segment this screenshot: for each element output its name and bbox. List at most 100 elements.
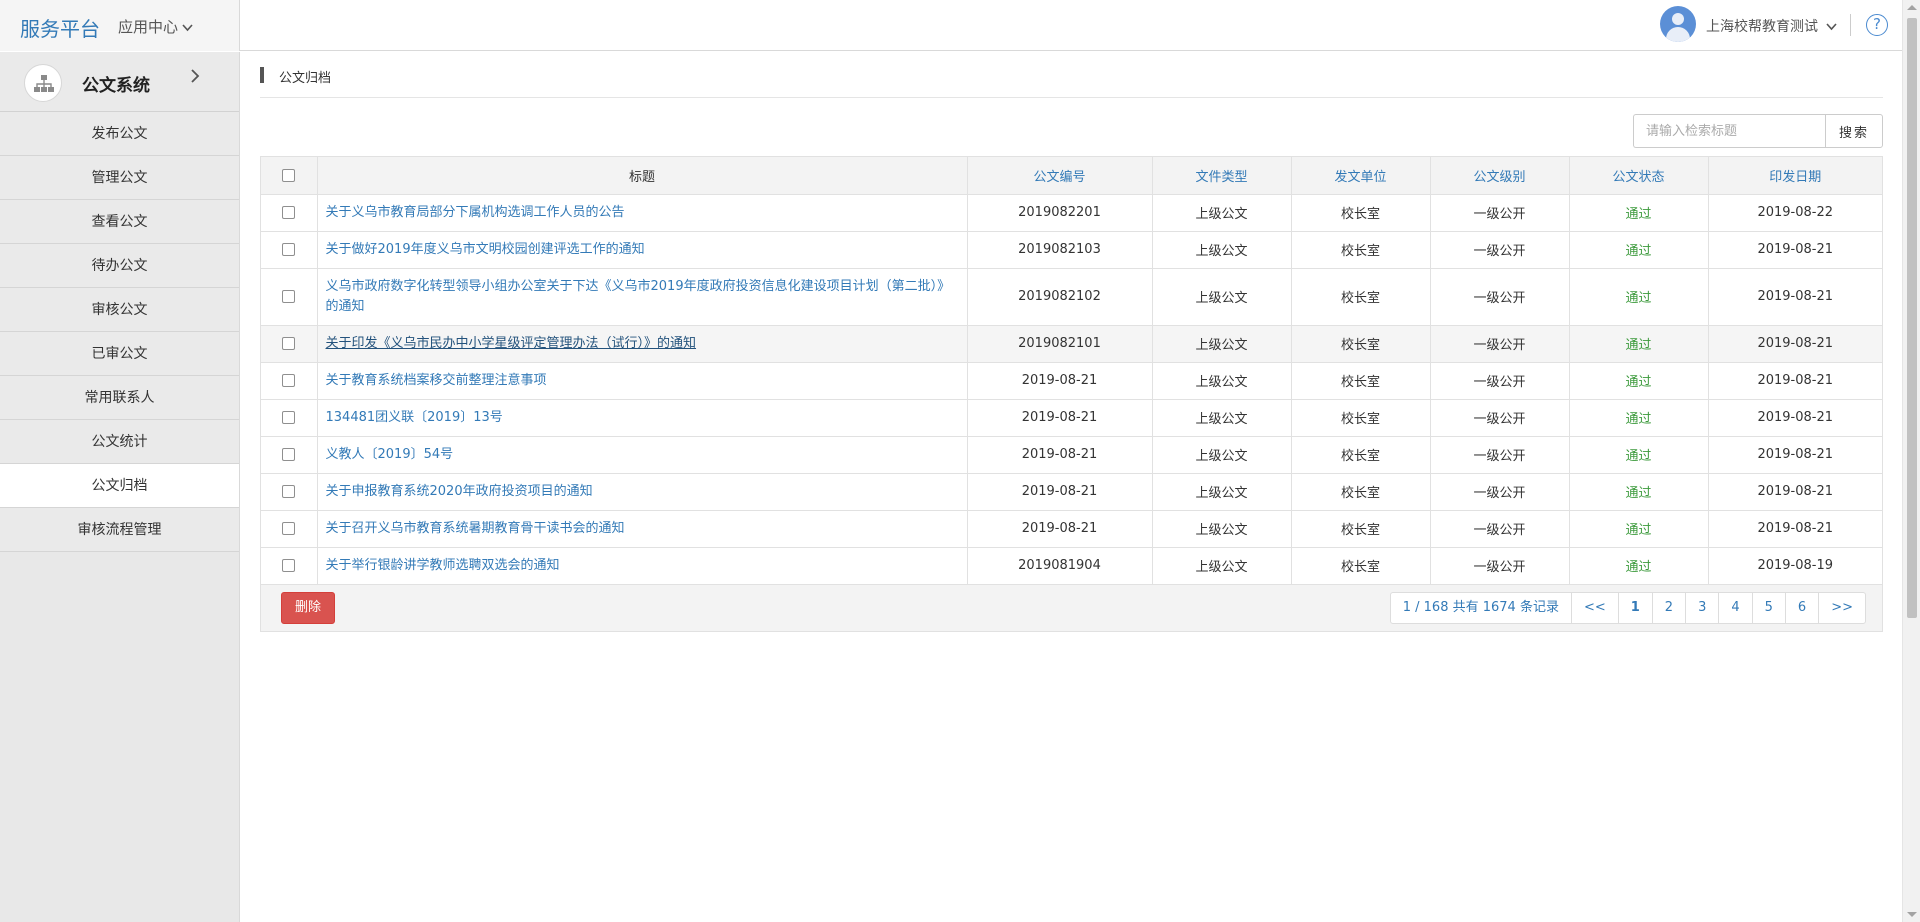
row-date: 2019-08-21 — [1708, 436, 1882, 474]
row-date: 2019-08-21 — [1708, 399, 1882, 437]
sidebar-item-review[interactable]: 审核公文 — [0, 288, 239, 332]
row-checkbox[interactable] — [282, 559, 296, 572]
select-all-cell — [261, 157, 318, 195]
row-doc-no: 2019082103 — [967, 231, 1153, 269]
delete-button[interactable]: 删除 — [281, 591, 335, 624]
user-menu[interactable]: 上海校帮教育测试 — [1706, 16, 1838, 36]
row-select-cell — [261, 436, 318, 474]
row-issuer: 校长室 — [1291, 325, 1431, 363]
pagination-page-1[interactable]: 1 — [1617, 591, 1653, 624]
sidebar-item-todo[interactable]: 待办公文 — [0, 244, 239, 288]
row-title-link[interactable]: 关于义乌市教育局部分下属机构选调工作人员的公告 — [326, 205, 625, 220]
row-checkbox[interactable] — [282, 485, 296, 498]
row-issuer: 校长室 — [1291, 231, 1431, 269]
row-doc-no: 2019082102 — [967, 268, 1153, 326]
row-file-type: 上级公文 — [1152, 547, 1292, 585]
sidebar-item-workflow[interactable]: 审核流程管理 — [0, 508, 239, 552]
row-status: 通过 — [1569, 268, 1709, 326]
row-level: 一级公开 — [1430, 399, 1570, 437]
row-checkbox[interactable] — [282, 522, 296, 535]
pagination-page-4[interactable]: 4 — [1718, 591, 1753, 624]
row-doc-no: 2019-08-21 — [967, 399, 1153, 437]
row-title-link[interactable]: 关于做好2019年度义乌市文明校园创建评选工作的通知 — [326, 242, 645, 257]
select-all-checkbox[interactable] — [282, 168, 296, 182]
search-button[interactable]: 搜索 — [1825, 114, 1883, 148]
sidebar-item-view[interactable]: 查看公文 — [0, 200, 239, 244]
pagination-page-2[interactable]: 2 — [1651, 591, 1687, 624]
row-select-cell — [261, 362, 318, 400]
pagination-page-3[interactable]: 3 — [1685, 591, 1720, 624]
row-title-link[interactable]: 义乌市政府数字化转型领导小组办公室关于下达《义乌市2019年度政府投资信息化建设… — [326, 279, 951, 314]
row-select-cell — [261, 510, 318, 548]
row-issuer: 校长室 — [1291, 362, 1431, 400]
user-avatar[interactable] — [1660, 6, 1696, 42]
row-title-link[interactable]: 关于教育系统档案移交前整理注意事项 — [326, 373, 547, 388]
pagination-last[interactable]: >> — [1818, 591, 1866, 624]
page-title: 公文归档 — [279, 71, 332, 86]
brand-title[interactable]: 服务平台 — [20, 13, 100, 42]
row-date: 2019-08-22 — [1708, 194, 1882, 232]
table-row: 134481团义联〔2019〕13号 2019-08-21 上级公文 校长室 一… — [261, 399, 1882, 437]
row-file-type: 上级公文 — [1152, 325, 1292, 363]
row-issuer: 校长室 — [1291, 194, 1431, 232]
row-select-cell — [261, 268, 318, 326]
row-file-type: 上级公文 — [1152, 436, 1292, 474]
row-status: 通过 — [1569, 231, 1709, 269]
row-title-link[interactable]: 关于申报教育系统2020年政府投资项目的通知 — [326, 484, 593, 499]
app-center-dropdown[interactable]: 应用中心 — [118, 16, 193, 37]
row-level: 一级公开 — [1430, 325, 1570, 363]
row-checkbox[interactable] — [282, 448, 296, 461]
sidebar-item-manage[interactable]: 管理公文 — [0, 156, 239, 200]
column-header-doc-no[interactable]: 公文编号 — [967, 157, 1153, 195]
pagination-first[interactable]: << — [1570, 591, 1619, 624]
row-file-type: 上级公文 — [1152, 268, 1292, 326]
sidebar-item-publish[interactable]: 发布公文 — [0, 112, 239, 156]
row-title-link[interactable]: 134481团义联〔2019〕13号 — [326, 410, 503, 425]
column-header-issuer[interactable]: 发文单位 — [1291, 157, 1431, 195]
column-header-level[interactable]: 公文级别 — [1430, 157, 1570, 195]
row-date: 2019-08-21 — [1708, 268, 1882, 326]
pagination-page-5[interactable]: 5 — [1751, 591, 1786, 624]
row-title-link[interactable]: 义教人〔2019〕54号 — [326, 447, 454, 462]
column-header-status[interactable]: 公文状态 — [1569, 157, 1709, 195]
row-doc-no: 2019-08-21 — [967, 362, 1153, 400]
sidebar-item-archive[interactable]: 公文归档 — [0, 464, 239, 508]
row-checkbox[interactable] — [282, 290, 296, 303]
row-checkbox[interactable] — [282, 411, 296, 424]
row-status: 通过 — [1569, 547, 1709, 585]
table-footer: 删除 1 / 168 共有 1674 条记录 << 1 2 3 4 5 6 >> — [261, 584, 1882, 631]
row-checkbox[interactable] — [282, 337, 296, 350]
row-file-type: 上级公文 — [1152, 231, 1292, 269]
scroll-up-arrow-icon[interactable] — [1907, 5, 1917, 10]
row-title-link[interactable]: 关于印发《义乌市民办中小学星级评定管理办法（试行）》的通知 — [326, 336, 697, 351]
search-input[interactable] — [1633, 114, 1825, 148]
help-icon[interactable]: ? — [1866, 14, 1888, 36]
row-level: 一级公开 — [1430, 547, 1570, 585]
row-doc-no: 2019082201 — [967, 194, 1153, 232]
page-scrollbar[interactable] — [1902, 0, 1920, 922]
row-title-link[interactable]: 关于召开义乌市教育系统暑期教育骨干读书会的通知 — [326, 521, 625, 536]
row-checkbox[interactable] — [282, 374, 296, 387]
column-header-date[interactable]: 印发日期 — [1708, 157, 1882, 195]
breadcrumb: 公文归档 — [260, 52, 1883, 98]
row-status: 通过 — [1569, 362, 1709, 400]
row-title-link[interactable]: 关于举行银龄讲学教师选聘双选会的通知 — [326, 558, 560, 573]
row-file-type: 上级公文 — [1152, 194, 1292, 232]
scroll-down-arrow-icon[interactable] — [1907, 912, 1917, 917]
sidebar-item-reviewed[interactable]: 已审公文 — [0, 332, 239, 376]
sidebar-item-statistics[interactable]: 公文统计 — [0, 420, 239, 464]
brand-area: 服务平台 应用中心 — [0, 0, 240, 51]
search-bar: 搜索 — [1633, 114, 1883, 148]
column-header-file-type[interactable]: 文件类型 — [1152, 157, 1292, 195]
system-switcher[interactable]: 公文系统 — [0, 52, 239, 112]
row-title-cell: 关于义乌市教育局部分下属机构选调工作人员的公告 — [317, 194, 968, 232]
pagination-page-6[interactable]: 6 — [1784, 591, 1820, 624]
row-checkbox[interactable] — [282, 206, 296, 219]
scrollbar-thumb[interactable] — [1907, 18, 1917, 618]
app-center-label: 应用中心 — [118, 18, 179, 36]
row-checkbox[interactable] — [282, 243, 296, 256]
sidebar-item-contacts[interactable]: 常用联系人 — [0, 376, 239, 420]
table-header-row: 标题 公文编号 文件类型 发文单位 公文级别 公文状态 印发日期 — [261, 157, 1882, 195]
row-level: 一级公开 — [1430, 362, 1570, 400]
table-row: 关于印发《义乌市民办中小学星级评定管理办法（试行）》的通知 2019082101… — [261, 325, 1882, 363]
